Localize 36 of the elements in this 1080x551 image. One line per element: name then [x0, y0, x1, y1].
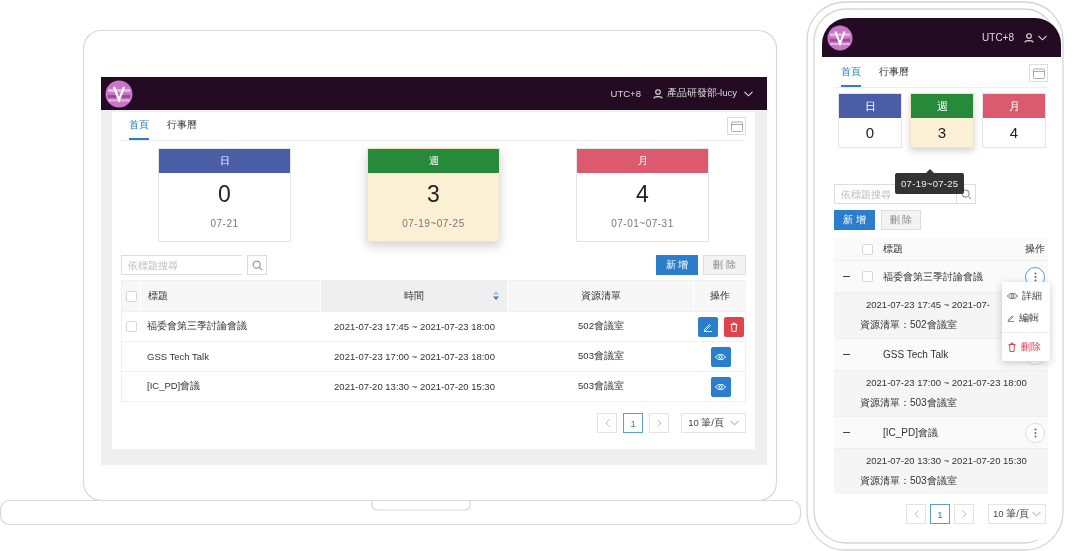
- card-header: 月: [983, 94, 1045, 118]
- resource-text: 資源清單：503會議室: [860, 474, 958, 488]
- card-header: 日: [159, 149, 290, 173]
- count-value: 0: [218, 181, 231, 208]
- table-cell: 2021-07-23 17:00 ~ 2021-07-23 18:00: [321, 341, 508, 371]
- card-header: 週: [911, 94, 973, 118]
- resource-text: 資源清單：503會議室: [860, 396, 958, 410]
- count-value: 3: [427, 181, 440, 208]
- table-cell: 2021-07-23 17:45 ~ 2021-07-23 18:00: [321, 311, 508, 341]
- count-value: 4: [1008, 123, 1020, 143]
- card-header: 週: [368, 149, 499, 173]
- table-cell-text: GSS Tech Talk: [882, 349, 950, 360]
- timezone-label: UTC+8: [610, 88, 641, 99]
- table-cell: 503會議室: [508, 341, 694, 371]
- table-cell: GSS Tech Talk: [141, 341, 321, 371]
- date-range: 07-19~07-25: [402, 218, 465, 229]
- table-cell: 502會議室: [508, 311, 694, 341]
- table-cell: 福委會第三季討論會議: [141, 311, 321, 341]
- date-range: 07-01~07-31: [611, 218, 674, 229]
- table-cell: 2021-07-20 13:30 ~ 2021-07-20 15:30: [321, 371, 508, 401]
- timezone-label: UTC+8: [982, 32, 1014, 43]
- card-header: 日: [839, 94, 901, 118]
- time-text: 2021-07-20 13:30 ~ 2021-07-20 15:30: [865, 455, 1028, 466]
- card-header: 月: [577, 149, 708, 173]
- column-header: 操作: [1024, 242, 1046, 256]
- count-value: 0: [864, 123, 876, 143]
- column-header: 標題: [882, 242, 904, 256]
- time-text: 2021-07-23 17:45 ~ 2021-07-: [865, 299, 991, 310]
- count-value: 4: [636, 181, 649, 208]
- table-cell-text: [IC_PD]會議: [882, 425, 939, 440]
- count-value: 3: [936, 123, 948, 143]
- table-cell: [IC_PD]會議: [141, 371, 321, 401]
- table-cell-text: 福委會第三季討論會議: [882, 269, 984, 284]
- date-range: 07-21: [210, 218, 239, 229]
- table-cell: 503會議室: [508, 371, 694, 401]
- time-text: 2021-07-23 17:00 ~ 2021-07-23 18:00: [865, 377, 1028, 388]
